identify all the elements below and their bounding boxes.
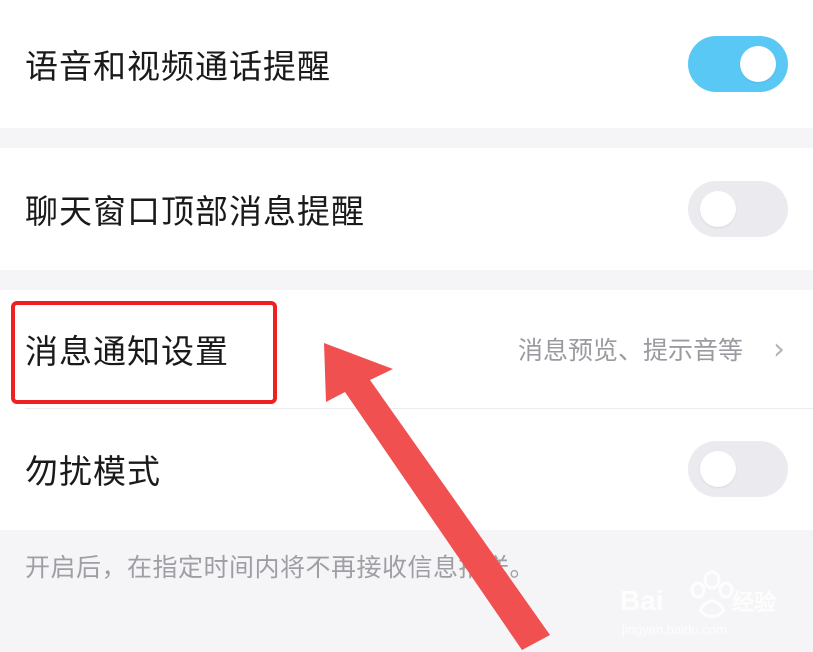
baidu-jingyan-watermark-icon: Bai 经验 jingyan.baidu.com [620, 570, 776, 637]
svg-text:Bai: Bai [620, 585, 664, 616]
do-not-disturb-note: 开启后，在指定时间内将不再接收信息推送。 [25, 553, 536, 582]
svg-text:jingyan.baidu.com: jingyan.baidu.com [621, 622, 727, 637]
settings-screen: 语音和视频通话提醒 聊天窗口顶部消息提醒 消息通知设置 消息预览、提示音等 › … [0, 0, 813, 652]
svg-text:经验: 经验 [732, 590, 776, 615]
top-message-reminder-toggle[interactable] [688, 181, 788, 237]
toggle-knob [740, 46, 776, 82]
call-reminder-toggle[interactable] [688, 36, 788, 92]
setting-row-do-not-disturb[interactable]: 勿扰模式 [0, 408, 813, 530]
setting-label-top-message-reminder: 聊天窗口顶部消息提醒 [25, 192, 365, 231]
setting-row-call-reminder[interactable]: 语音和视频通话提醒 [0, 0, 813, 128]
setting-label-do-not-disturb: 勿扰模式 [25, 452, 161, 491]
chevron-right-icon: › [773, 331, 785, 367]
setting-row-top-message-reminder[interactable]: 聊天窗口顶部消息提醒 [0, 148, 813, 270]
toggle-knob [700, 191, 736, 227]
notification-settings-detail: 消息预览、提示音等 [517, 336, 743, 365]
setting-row-notification-settings[interactable]: 消息通知设置 消息预览、提示音等 › [0, 290, 813, 408]
setting-label-notification-settings: 消息通知设置 [25, 332, 229, 371]
toggle-knob [700, 451, 736, 487]
setting-label-call-reminder: 语音和视频通话提醒 [25, 47, 331, 86]
row-divider [25, 408, 813, 409]
do-not-disturb-toggle[interactable] [688, 441, 788, 497]
